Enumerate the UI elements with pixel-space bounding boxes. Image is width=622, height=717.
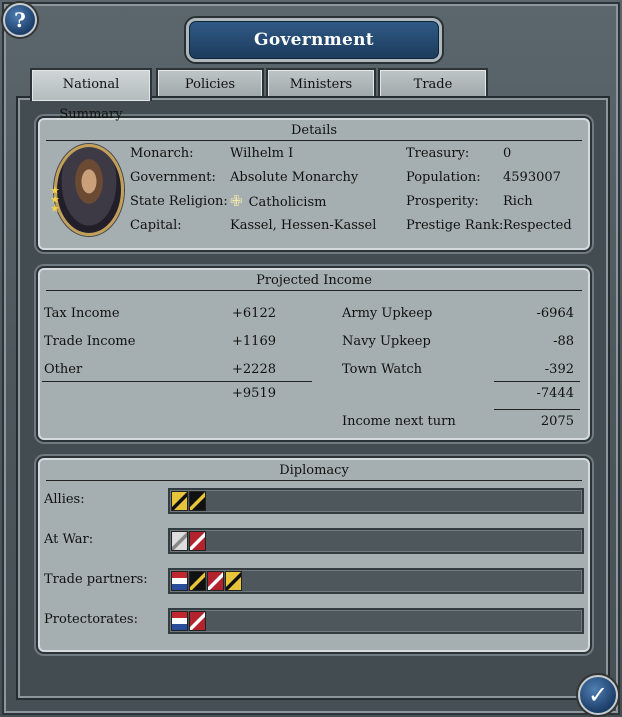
other-income-value: +2228 bbox=[232, 362, 276, 377]
flag-icon[interactable] bbox=[171, 571, 188, 591]
prosperity-label: Prosperity: bbox=[406, 194, 479, 209]
income-divider bbox=[42, 381, 312, 382]
tax-income-value: +6122 bbox=[232, 306, 276, 321]
flag-icon[interactable] bbox=[171, 611, 188, 631]
treasury-value: 0 bbox=[503, 146, 512, 161]
window-title: Government bbox=[186, 18, 442, 62]
trade-income-label: Trade Income bbox=[44, 334, 136, 349]
capital-value: Kassel, Hessen-Kassel bbox=[230, 218, 377, 233]
trade-income-value: +1169 bbox=[232, 334, 276, 349]
protectorates-label: Protectorates: bbox=[44, 612, 138, 627]
army-upkeep-label: Army Upkeep bbox=[342, 306, 433, 321]
confirm-button[interactable]: ✓ bbox=[578, 675, 618, 715]
flag-icon[interactable] bbox=[189, 491, 206, 511]
other-income-label: Other bbox=[44, 362, 83, 377]
tab-ministers[interactable]: Ministers bbox=[266, 68, 376, 98]
town-watch-label: Town Watch bbox=[342, 362, 422, 377]
at-war-row: At War: bbox=[44, 528, 584, 554]
town-watch-value: -392 bbox=[544, 362, 574, 377]
flag-icon[interactable] bbox=[207, 571, 224, 591]
prestige-label: Prestige Rank: bbox=[406, 218, 504, 233]
tab-label: Ministers bbox=[289, 77, 353, 92]
at-war-bar bbox=[168, 528, 584, 554]
income-box: Projected Income Tax Income +6122 Trade … bbox=[36, 266, 592, 442]
government-value: Absolute Monarchy bbox=[230, 170, 359, 185]
rank-stars-icon: ★ ★ ★ bbox=[50, 184, 60, 215]
population-value: 4593007 bbox=[503, 170, 561, 185]
capital-label: Capital: bbox=[130, 218, 182, 233]
checkmark-icon: ✓ bbox=[587, 681, 609, 709]
flag-icon[interactable] bbox=[225, 571, 242, 591]
income-header: Projected Income bbox=[46, 272, 582, 291]
religion-value: ✙ Catholicism bbox=[230, 192, 326, 210]
government-label: Government: bbox=[130, 170, 216, 185]
net-divider bbox=[494, 409, 580, 410]
expense-total: -7444 bbox=[536, 386, 574, 401]
question-icon: ? bbox=[14, 8, 26, 32]
tab-label: Policies bbox=[184, 77, 236, 92]
trade-partners-label: Trade partners: bbox=[44, 572, 148, 587]
flag-icon[interactable] bbox=[189, 611, 206, 631]
at-war-label: At War: bbox=[44, 532, 94, 547]
religion-label: State Religion: bbox=[130, 194, 228, 209]
income-total: +9519 bbox=[232, 386, 276, 401]
treasury-label: Treasury: bbox=[406, 146, 470, 161]
expense-divider bbox=[494, 381, 580, 382]
protectorates-bar bbox=[168, 608, 584, 634]
monarch-label: Monarch: bbox=[130, 146, 194, 161]
flag-icon[interactable] bbox=[189, 571, 206, 591]
tab-national-summary[interactable]: National Summary bbox=[30, 68, 152, 122]
cross-icon: ✙ bbox=[230, 192, 243, 210]
trade-partners-bar bbox=[168, 568, 584, 594]
trade-partners-row: Trade partners: bbox=[44, 568, 584, 594]
flag-icon[interactable] bbox=[171, 531, 188, 551]
flag-icon[interactable] bbox=[189, 531, 206, 551]
population-label: Population: bbox=[406, 170, 481, 185]
details-box: Details ★ ★ ★ Monarch: Wilhelm I Governmen… bbox=[36, 116, 592, 252]
monarch-value: Wilhelm I bbox=[230, 146, 294, 161]
prosperity-value: Rich bbox=[503, 194, 533, 209]
tab-label: National Summary bbox=[59, 77, 123, 122]
monarch-portrait bbox=[54, 144, 124, 236]
navy-upkeep-value: -88 bbox=[553, 334, 574, 349]
allies-row: Allies: bbox=[44, 488, 584, 514]
diplomacy-box: Diplomacy Allies: At War: Trade partners… bbox=[36, 456, 592, 654]
navy-upkeep-label: Navy Upkeep bbox=[342, 334, 431, 349]
details-header: Details bbox=[46, 122, 582, 141]
protectorates-row: Protectorates: bbox=[44, 608, 584, 634]
religion-text: Catholicism bbox=[248, 195, 327, 210]
net-income-value: 2075 bbox=[540, 414, 574, 429]
flag-icon[interactable] bbox=[171, 491, 188, 511]
prestige-value: Respected bbox=[503, 218, 572, 233]
allies-bar bbox=[168, 488, 584, 514]
allies-label: Allies: bbox=[44, 492, 85, 507]
help-button[interactable]: ? bbox=[3, 3, 37, 37]
tax-income-label: Tax Income bbox=[44, 306, 120, 321]
diplomacy-header: Diplomacy bbox=[46, 462, 582, 481]
tab-policies[interactable]: Policies bbox=[156, 68, 264, 98]
tab-trade[interactable]: Trade bbox=[378, 68, 488, 98]
tab-label: Trade bbox=[413, 77, 453, 92]
net-income-label: Income next turn bbox=[342, 414, 456, 429]
army-upkeep-value: -6964 bbox=[536, 306, 574, 321]
